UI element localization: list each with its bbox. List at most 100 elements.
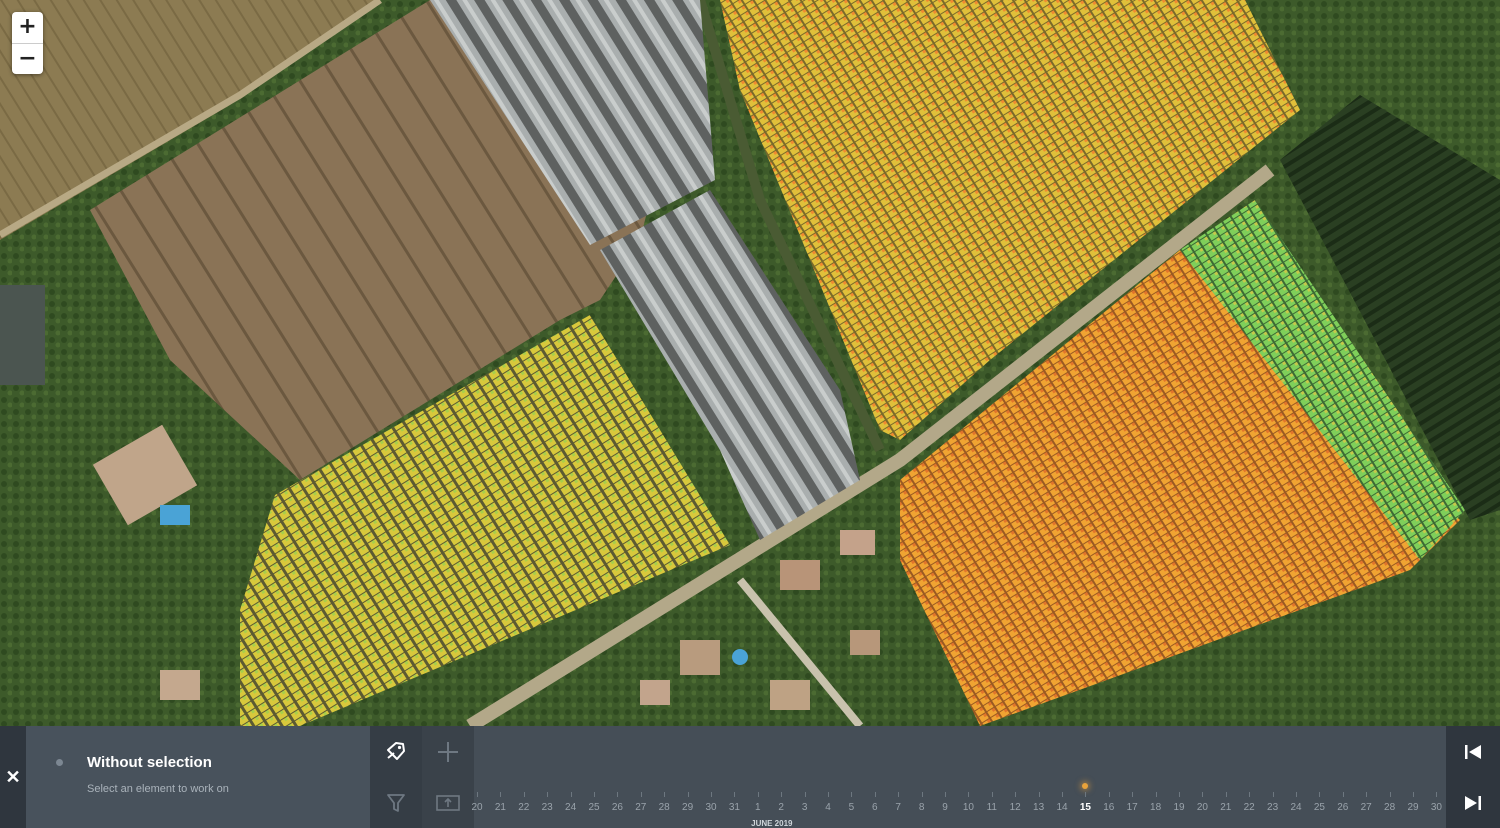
timeline-tick xyxy=(1225,792,1227,797)
selection-subtitle: Select an element to work on xyxy=(87,783,229,795)
timeline-day[interactable]: 1 xyxy=(755,802,761,813)
map-imagery xyxy=(0,0,1500,726)
timeline-tick xyxy=(1389,792,1391,797)
timeline-day[interactable]: 14 xyxy=(1056,802,1067,813)
timeline-day[interactable]: 21 xyxy=(1220,802,1231,813)
zoom-out-button[interactable]: − xyxy=(12,43,43,74)
timeline-tick xyxy=(1202,792,1204,797)
timeline-day[interactable]: 30 xyxy=(1431,802,1442,813)
timeline-day[interactable]: 6 xyxy=(872,802,878,813)
timeline-day[interactable]: 27 xyxy=(635,802,646,813)
timeline-day[interactable]: 19 xyxy=(1173,802,1184,813)
timeline-day[interactable]: 26 xyxy=(612,802,623,813)
timeline-tick xyxy=(477,792,478,797)
timeline-day[interactable]: 16 xyxy=(1103,802,1114,813)
skip-first-icon xyxy=(1465,744,1481,759)
timeline-day[interactable]: 27 xyxy=(1361,802,1372,813)
timeline-day[interactable]: 26 xyxy=(1337,802,1348,813)
timeline-day[interactable]: 11 xyxy=(987,802,997,813)
selection-title: Without selection xyxy=(87,754,212,771)
timeline-day[interactable]: 25 xyxy=(1314,802,1325,813)
timeline-tick xyxy=(711,792,712,797)
zoom-in-button[interactable]: + xyxy=(12,12,43,43)
timeline-tick xyxy=(1342,792,1344,797)
timeline-day[interactable]: 22 xyxy=(1244,802,1255,813)
timeline-day[interactable]: 10 xyxy=(963,802,974,813)
timeline-tick xyxy=(804,792,806,797)
timeline-tick xyxy=(523,792,525,797)
filter-icon xyxy=(387,793,405,812)
upload-button[interactable] xyxy=(422,777,474,828)
timeline-tick xyxy=(664,792,666,797)
plus-icon xyxy=(438,741,458,762)
timeline-day[interactable]: 24 xyxy=(565,802,576,813)
timeline-day[interactable]: 17 xyxy=(1127,802,1138,813)
selection-status-dot xyxy=(56,759,63,766)
timeline-day[interactable]: 23 xyxy=(542,802,553,813)
timeline-day[interactable]: 5 xyxy=(849,802,855,813)
timeline-day[interactable]: 31 xyxy=(729,802,740,813)
timeline-tick xyxy=(1132,792,1134,797)
timeline-tick xyxy=(1015,792,1017,797)
timeline-tick xyxy=(921,792,923,797)
timeline-tick xyxy=(1249,792,1251,797)
timeline-day[interactable]: 20 xyxy=(471,802,482,813)
timeline-tick xyxy=(851,792,853,797)
timeline-day[interactable]: 30 xyxy=(705,802,716,813)
timeline-tick xyxy=(617,792,619,797)
timeline-tick xyxy=(500,792,502,797)
satellite-map[interactable]: + − xyxy=(0,0,1500,726)
timeline-day[interactable]: 28 xyxy=(659,802,670,813)
timeline-day[interactable]: 22 xyxy=(518,802,529,813)
timeline-tick xyxy=(1108,792,1110,797)
timeline-day[interactable]: 2 xyxy=(778,802,784,813)
timeline-day[interactable]: 12 xyxy=(1010,802,1021,813)
timeline-day[interactable]: 9 xyxy=(942,802,948,813)
timeline-day[interactable]: 23 xyxy=(1267,802,1278,813)
timeline-day[interactable]: 21 xyxy=(495,802,506,813)
close-panel-button[interactable]: ✕ xyxy=(0,726,26,828)
timeline-tick xyxy=(1296,792,1297,797)
date-timeline[interactable]: JUNE 2019 20 21 22 23 24 25 26 27 28 29 30 31 1 2 3 4 5 6… xyxy=(471,726,1446,828)
timeline-day[interactable]: 4 xyxy=(825,802,831,813)
timeline-tick xyxy=(898,792,900,797)
timeline-day[interactable]: 8 xyxy=(919,802,925,813)
timeline-day[interactable]: 3 xyxy=(802,802,808,813)
timeline-tick xyxy=(874,792,876,797)
filter-button[interactable] xyxy=(370,777,422,828)
timeline-tick xyxy=(1062,792,1063,797)
timeline-day[interactable]: 29 xyxy=(1407,802,1418,813)
timeline-tick xyxy=(1085,792,1087,797)
skip-first-button[interactable] xyxy=(1446,726,1500,777)
timeline-tick xyxy=(945,792,946,797)
timeline-day[interactable]: 29 xyxy=(682,802,693,813)
timeline-tick xyxy=(1436,792,1438,797)
zoom-control: + − xyxy=(12,12,43,74)
timeline-tick xyxy=(991,792,993,797)
bottom-panel: ✕ Without selection Select an element to… xyxy=(0,726,1500,828)
upload-icon xyxy=(436,794,460,811)
timeline-day[interactable]: 15 xyxy=(1080,802,1091,813)
timeline-day[interactable]: 20 xyxy=(1197,802,1208,813)
current-date-marker[interactable] xyxy=(1082,783,1089,789)
timeline-tick xyxy=(968,792,970,797)
skip-next-button[interactable] xyxy=(1446,777,1500,828)
timeline-tick xyxy=(1319,792,1321,797)
timeline-tick xyxy=(640,792,642,797)
selection-info: Without selection Select an element to w… xyxy=(26,726,370,828)
timeline-day[interactable]: 13 xyxy=(1033,802,1044,813)
timeline-tick xyxy=(687,792,689,797)
timeline-tick xyxy=(1179,792,1180,797)
timeline-tick xyxy=(547,792,549,797)
timeline-day[interactable]: 7 xyxy=(895,802,901,813)
timeline-tick xyxy=(1155,792,1157,797)
timeline-day[interactable]: 25 xyxy=(588,802,599,813)
timeline-tick xyxy=(594,792,595,797)
add-button[interactable] xyxy=(422,726,474,777)
tag-icon xyxy=(387,741,405,760)
timeline-day[interactable]: 24 xyxy=(1290,802,1301,813)
timeline-day[interactable]: 28 xyxy=(1384,802,1395,813)
tag-button[interactable] xyxy=(370,726,422,777)
timeline-tick xyxy=(570,792,572,797)
timeline-day[interactable]: 18 xyxy=(1150,802,1161,813)
